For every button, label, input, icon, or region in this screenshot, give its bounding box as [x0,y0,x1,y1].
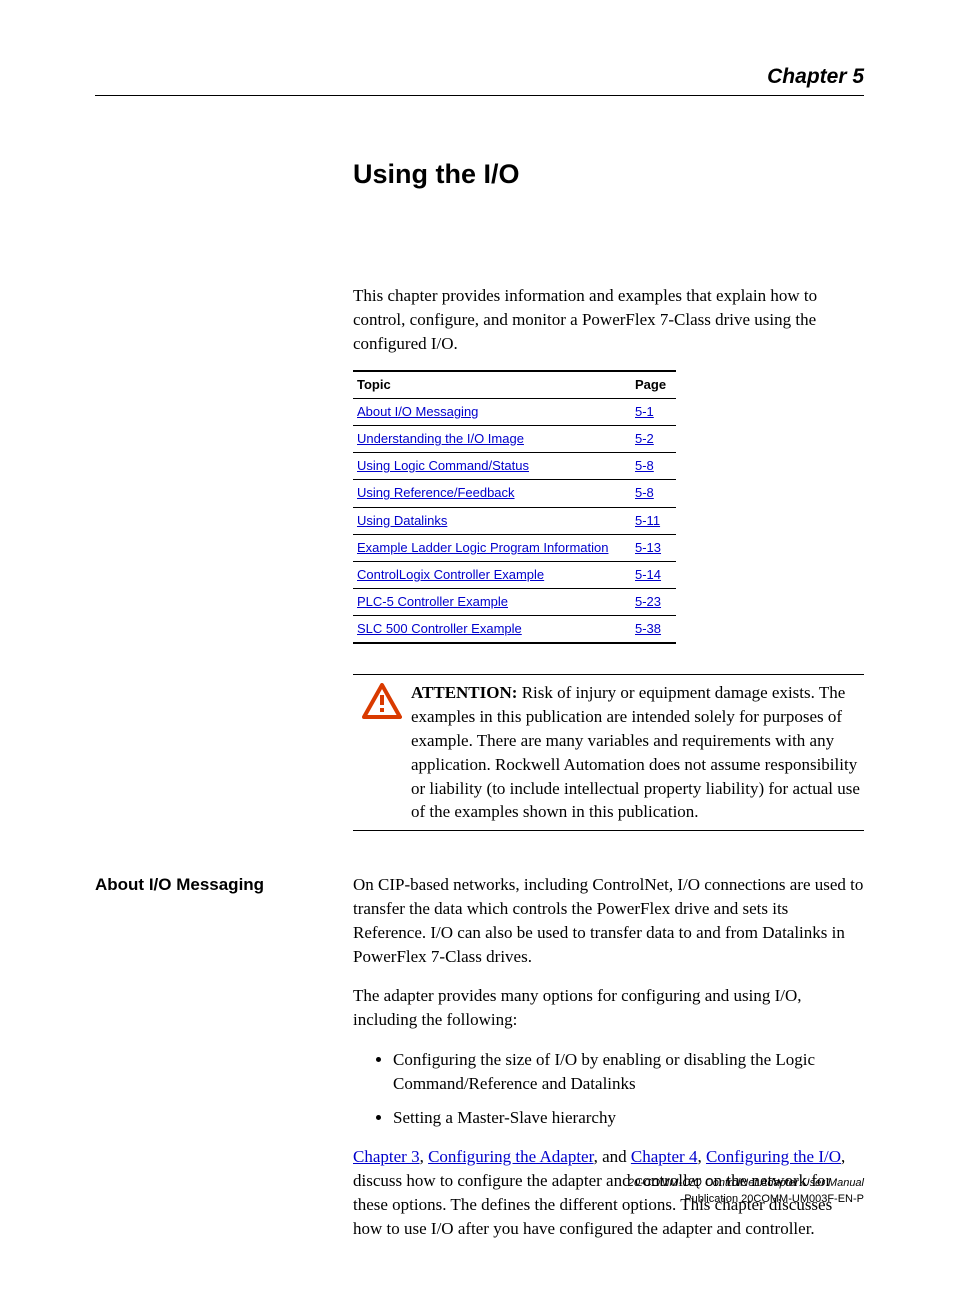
section-heading: About I/O Messaging [95,873,353,1256]
section-paragraph: On CIP-based networks, including Control… [353,873,864,968]
toc-page-link[interactable]: 5-2 [635,431,654,446]
toc-link[interactable]: SLC 500 Controller Example [357,621,522,636]
toc-row: Example Ladder Logic Program Information… [353,534,676,561]
toc-table: Topic Page About I/O Messaging 5-1 Unders… [353,370,676,645]
toc-link[interactable]: Understanding the I/O Image [357,431,524,446]
toc-row: PLC-5 Controller Example 5-23 [353,589,676,616]
toc-header-page: Page [631,371,676,399]
chapter-link[interactable]: Configuring the I/O [706,1147,841,1166]
toc-header-topic: Topic [353,371,631,399]
page-footer: 20-COMM-C/Q ControlNet Adapter User Manu… [628,1176,864,1207]
chapter-label: Chapter 5 [767,62,864,91]
toc-link[interactable]: PLC-5 Controller Example [357,594,508,609]
toc-row: Using Datalinks 5-11 [353,507,676,534]
chapter-link[interactable]: Configuring the Adapter [428,1147,594,1166]
toc-page-link[interactable]: 5-8 [635,485,654,500]
list-item: Configuring the size of I/O by enabling … [393,1048,864,1096]
attention-block: ATTENTION: Risk of injury or equipment d… [353,674,864,831]
attention-body: Risk of injury or equipment damage exist… [411,683,860,821]
toc-link[interactable]: Using Reference/Feedback [357,485,515,500]
toc-row: Using Logic Command/Status 5-8 [353,453,676,480]
chapter-link[interactable]: Chapter 3 [353,1147,420,1166]
warning-icon [353,681,411,824]
page-title: Using the I/O [353,156,864,194]
section-bullet-list: Configuring the size of I/O by enabling … [393,1048,864,1129]
footer-publication: Publication 20COMM-UM003F-EN-P [628,1192,864,1207]
toc-row: ControlLogix Controller Example 5-14 [353,561,676,588]
section-paragraph: The adapter provides many options for co… [353,984,864,1032]
toc-page-link[interactable]: 5-11 [635,513,660,528]
toc-row: Using Reference/Feedback 5-8 [353,480,676,507]
toc-link[interactable]: Example Ladder Logic Program Information [357,540,608,555]
toc-row: SLC 500 Controller Example 5-38 [353,616,676,644]
attention-label: ATTENTION: [411,683,517,702]
footer-manual-title: 20-COMM-C/Q ControlNet Adapter User Manu… [628,1176,864,1191]
toc-page-link[interactable]: 5-8 [635,458,654,473]
attention-text: ATTENTION: Risk of injury or equipment d… [411,681,864,824]
chapter-link[interactable]: Chapter 4 [631,1147,698,1166]
toc-row: Understanding the I/O Image 5-2 [353,425,676,452]
toc-link[interactable]: Using Datalinks [357,513,447,528]
toc-page-link[interactable]: 5-1 [635,404,654,419]
toc-link[interactable]: Using Logic Command/Status [357,458,529,473]
toc-row: About I/O Messaging 5-1 [353,398,676,425]
toc-link[interactable]: ControlLogix Controller Example [357,567,544,582]
list-item: Setting a Master-Slave hierarchy [393,1106,864,1130]
toc-page-link[interactable]: 5-23 [635,594,661,609]
toc-page-link[interactable]: 5-13 [635,540,661,555]
toc-page-link[interactable]: 5-38 [635,621,661,636]
toc-page-link[interactable]: 5-14 [635,567,661,582]
intro-paragraph: This chapter provides information and ex… [353,284,864,355]
page-header: Chapter 5 [95,62,864,96]
toc-link[interactable]: About I/O Messaging [357,404,478,419]
